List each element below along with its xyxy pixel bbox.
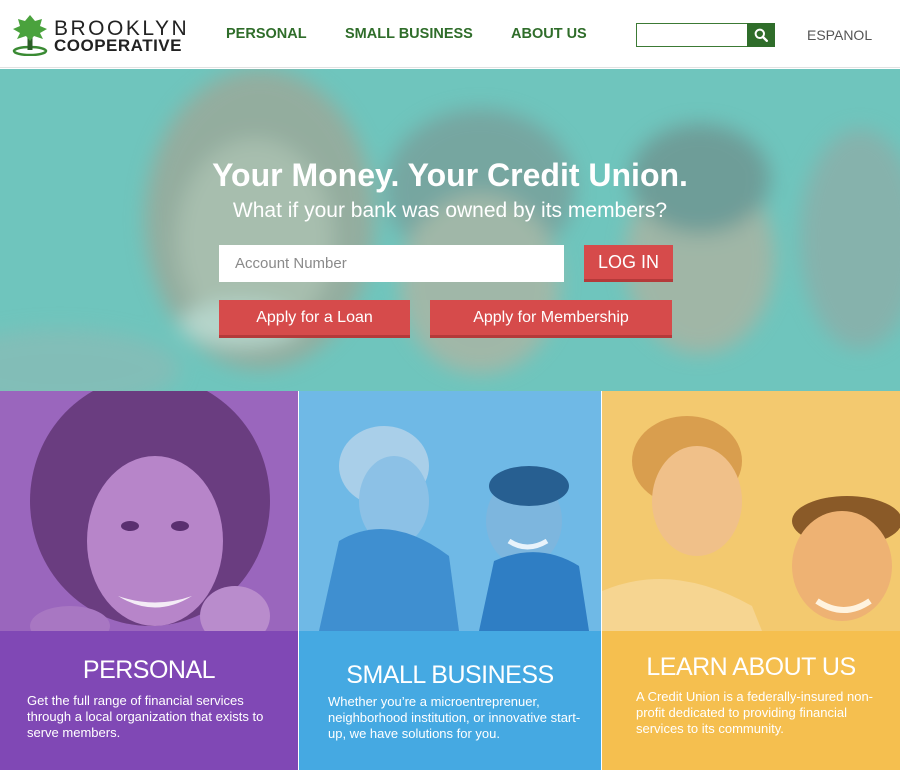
tree-icon — [12, 15, 48, 56]
hero-subtitle: What if your bank was owned by its membe… — [232, 199, 668, 222]
apply-membership-button[interactable]: Apply for Membership — [430, 300, 672, 338]
hero-background-image — [0, 69, 900, 391]
search-button[interactable] — [747, 23, 775, 47]
brand-logo[interactable]: BROOKLYN COOPERATIVE — [12, 14, 192, 56]
apply-loan-button[interactable]: Apply for a Loan — [219, 300, 410, 338]
nav-about-us[interactable]: ABOUT US — [511, 26, 587, 42]
panel-small-business-text: Whether you’re a microentreprenuer, neig… — [328, 694, 581, 741]
search-input[interactable] — [636, 23, 748, 47]
panel-personal-info: PERSONAL Get the full range of financial… — [0, 631, 298, 770]
search-icon — [754, 28, 768, 42]
account-number-input[interactable] — [219, 245, 564, 282]
hero-banner: Your Money. Your Credit Union. What if y… — [0, 69, 900, 391]
panel-small-business-info: SMALL BUSINESS Whether you’re a microent… — [299, 631, 601, 770]
hero-title: Your Money. Your Credit Union. — [212, 157, 688, 193]
panel-personal-heading[interactable]: PERSONAL — [0, 656, 298, 685]
personal-photo — [0, 391, 298, 631]
site-header: BROOKLYN COOPERATIVE PERSONAL SMALL BUSI… — [0, 0, 900, 68]
panel-learn-about-us[interactable]: LEARN ABOUT US A Credit Union is a feder… — [602, 391, 900, 770]
panel-personal[interactable]: PERSONAL Get the full range of financial… — [0, 391, 298, 770]
language-link-espanol[interactable]: ESPANOL — [807, 27, 872, 43]
brand-name-line2: COOPERATIVE — [54, 36, 182, 55]
panel-personal-text: Get the full range of financial services… — [27, 693, 264, 740]
panel-learn-about-us-heading[interactable]: LEARN ABOUT US — [602, 653, 900, 682]
login-button[interactable]: LOG IN — [584, 245, 673, 282]
panel-learn-about-us-text: A Credit Union is a federally-insured no… — [636, 689, 874, 736]
panel-small-business-heading[interactable]: SMALL BUSINESS — [299, 661, 601, 690]
panel-learn-about-us-info: LEARN ABOUT US A Credit Union is a feder… — [602, 631, 900, 770]
small-business-photo — [299, 391, 601, 631]
about-us-photo — [602, 391, 900, 631]
nav-small-business[interactable]: SMALL BUSINESS — [345, 26, 473, 42]
panel-small-business[interactable]: SMALL BUSINESS Whether you’re a microent… — [299, 391, 601, 770]
nav-personal[interactable]: PERSONAL — [226, 26, 307, 42]
